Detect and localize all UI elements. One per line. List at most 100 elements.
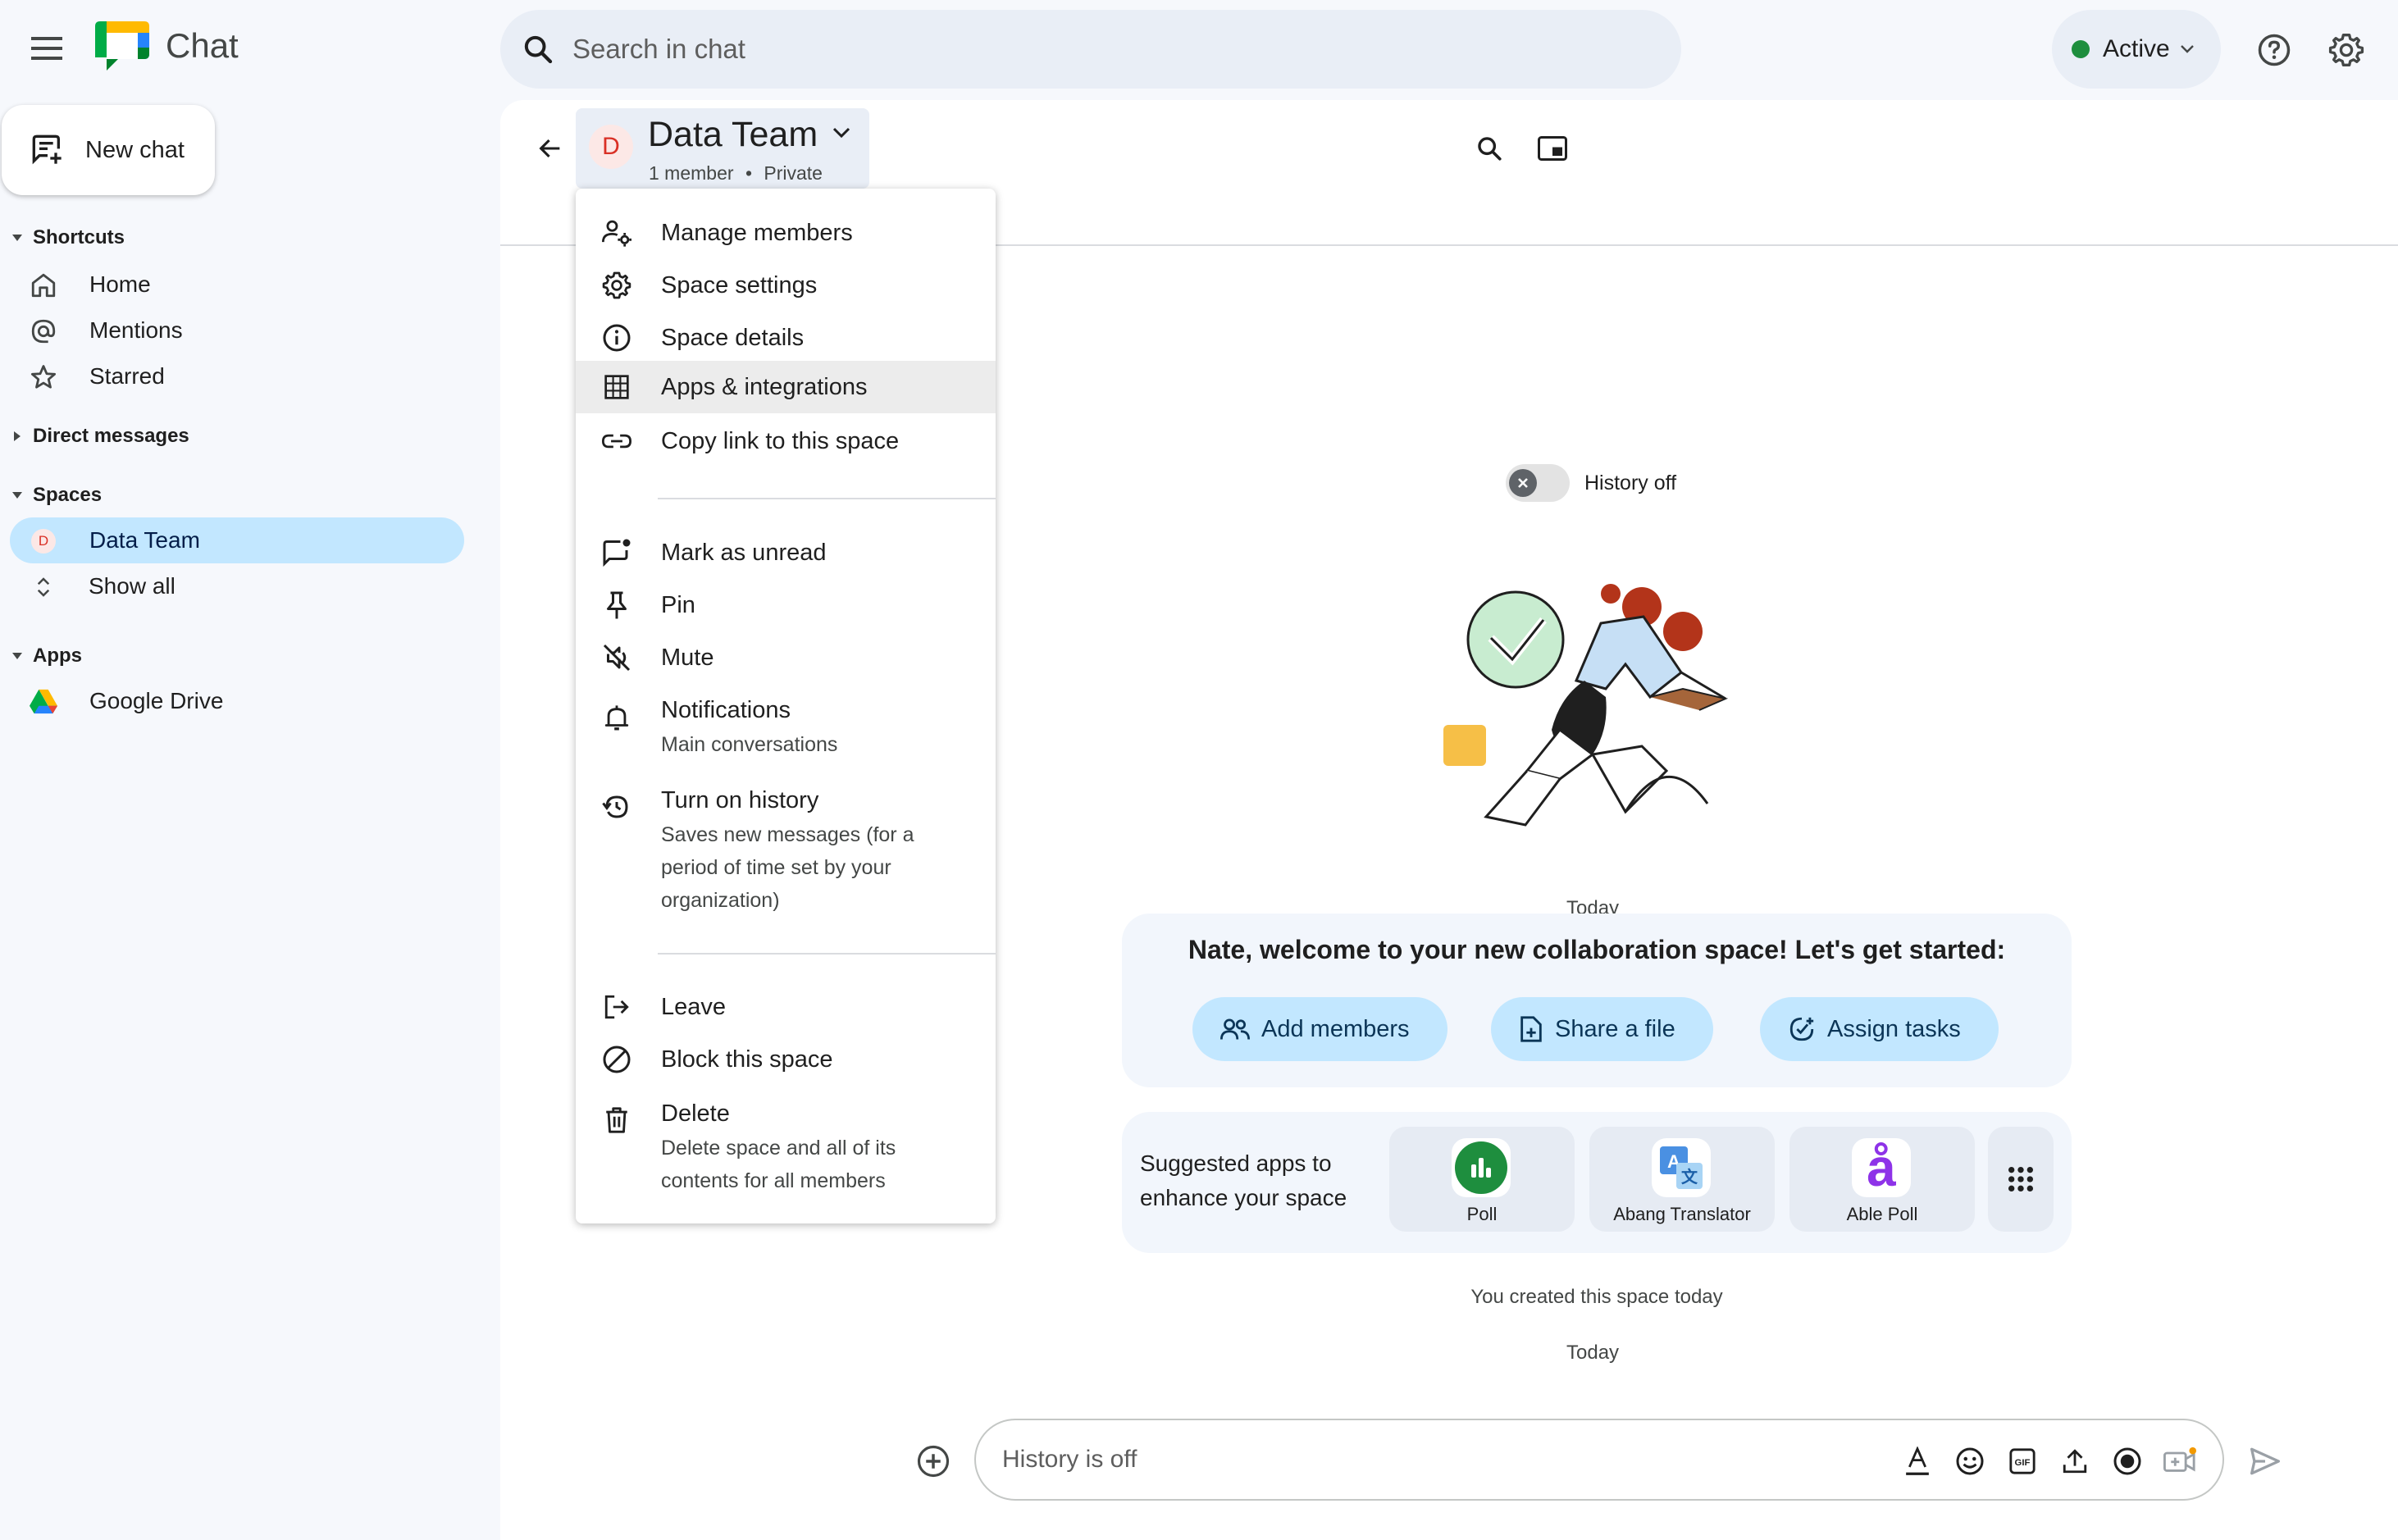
app-tile-able-poll[interactable]: å Able Poll <box>1789 1127 1975 1232</box>
menu-item-label: Delete <box>661 1100 730 1127</box>
menu-item-sublabel: Delete space and all of its contents for… <box>661 1137 896 1192</box>
able-poll-icon: å <box>1867 1138 1896 1197</box>
add-members-button[interactable]: Add members <box>1192 997 1447 1061</box>
menu-item-label: Apps & integrations <box>661 374 868 400</box>
send-button[interactable] <box>2244 1440 2286 1483</box>
apps-grid-icon <box>2008 1166 2034 1192</box>
arrow-left-icon <box>539 139 560 158</box>
emoji-button[interactable] <box>1954 1445 1986 1478</box>
sidebar-item-label: Starred <box>89 363 165 389</box>
menu-item-space-details[interactable]: Space details <box>576 312 996 364</box>
app-tile-poll[interactable]: Poll <box>1389 1127 1575 1232</box>
caret-down-icon <box>12 235 22 241</box>
record-button[interactable] <box>2111 1445 2144 1478</box>
sidebar-item-data-team[interactable]: D Data Team <box>10 517 464 563</box>
status-dropdown[interactable]: Active <box>2052 10 2221 89</box>
mute-icon <box>603 644 631 672</box>
app-name: Chat <box>166 26 239 65</box>
home-icon <box>31 273 56 298</box>
more-apps-button[interactable] <box>1988 1127 2054 1232</box>
menu-item-pin[interactable]: Pin <box>576 579 996 631</box>
text-format-icon <box>1906 1447 1929 1475</box>
direct-messages-section-toggle[interactable]: Direct messages <box>11 425 189 448</box>
menu-item-space-settings[interactable]: Space settings <box>576 259 996 312</box>
pin-icon <box>607 591 627 619</box>
upload-button[interactable] <box>2058 1445 2091 1478</box>
menu-item-copy-link[interactable]: Copy link to this space <box>576 415 996 467</box>
sidebar-item-home[interactable]: Home <box>10 262 464 308</box>
chat-logo[interactable] <box>95 21 149 74</box>
direct-messages-title: Direct messages <box>33 425 189 447</box>
menu-item-leave[interactable]: Leave <box>576 981 996 1033</box>
menu-item-turn-on-history[interactable]: Turn on history Saves new messages (for … <box>576 772 996 928</box>
add-attachment-button[interactable] <box>910 1438 956 1484</box>
share-file-button[interactable]: Share a file <box>1491 997 1713 1061</box>
open-in-window-button[interactable] <box>1525 121 1580 175</box>
caret-down-icon <box>12 492 22 499</box>
apps-title: Apps <box>33 645 82 667</box>
assign-tasks-label: Assign tasks <box>1827 1015 1961 1042</box>
spaces-title: Spaces <box>33 484 103 506</box>
spaces-section-toggle[interactable]: Spaces <box>11 484 102 507</box>
app-label: Able Poll <box>1846 1204 1918 1224</box>
sidebar-item-mentions[interactable]: Mentions <box>10 308 464 353</box>
sidebar-item-show-all[interactable]: Show all <box>10 563 464 609</box>
assign-tasks-button[interactable]: Assign tasks <box>1760 997 1999 1061</box>
shortcuts-section-toggle[interactable]: Shortcuts <box>11 226 125 249</box>
app-label: Poll <box>1466 1204 1498 1224</box>
bell-icon <box>604 705 629 731</box>
history-toggle[interactable]: History off <box>1506 464 1676 502</box>
toggle-switch[interactable] <box>1506 464 1570 502</box>
caret-right-icon <box>14 431 21 441</box>
search-bar[interactable] <box>500 10 1681 89</box>
menu-item-delete[interactable]: Delete Delete space and all of its conte… <box>576 1086 996 1209</box>
app-tile-abang-translator[interactable]: A文 Abang Translator <box>1589 1127 1775 1232</box>
help-button[interactable] <box>2247 23 2301 77</box>
menu-item-mute[interactable]: Mute <box>576 631 996 684</box>
mark-unread-icon <box>603 539 631 567</box>
picture-in-picture-icon <box>1538 136 1567 161</box>
menu-item-label: Copy link to this space <box>661 428 900 454</box>
video-meeting-button[interactable] <box>2163 1445 2196 1478</box>
history-label: History off <box>1584 471 1677 494</box>
search-input[interactable] <box>572 34 1639 65</box>
space-avatar: D <box>31 529 56 554</box>
format-text-button[interactable] <box>1901 1445 1934 1478</box>
info-icon <box>603 324 631 352</box>
menu-item-label: Block this space <box>661 1046 833 1073</box>
menu-item-apps-integrations[interactable]: Apps & integrations <box>576 361 996 413</box>
gif-button[interactable]: GIF <box>2006 1445 2039 1478</box>
apps-grid-icon <box>604 375 629 399</box>
trash-icon <box>606 1107 627 1133</box>
sidebar-item-google-drive[interactable]: Google Drive <box>10 678 464 724</box>
menu-item-block[interactable]: Block this space <box>576 1033 996 1086</box>
menu-item-label: Space details <box>661 325 805 351</box>
search-in-space-button[interactable] <box>1462 121 1516 175</box>
space-title-menu-button[interactable]: D Data Team 1 member • Private <box>576 108 869 189</box>
settings-button[interactable] <box>2319 23 2373 77</box>
meta-separator: • <box>745 162 752 184</box>
record-icon <box>2113 1447 2141 1475</box>
gear-icon <box>602 271 631 299</box>
welcome-message: Nate, welcome to your new collaboration … <box>1188 935 2006 964</box>
chevron-down-icon <box>2180 45 2194 53</box>
sidebar-item-starred[interactable]: Starred <box>10 353 464 399</box>
new-chat-button[interactable]: New chat <box>2 105 215 195</box>
menu-item-mark-unread[interactable]: Mark as unread <box>576 526 996 579</box>
main-menu-button[interactable] <box>20 18 74 79</box>
caret-down-icon <box>12 653 22 659</box>
space-privacy: Private <box>764 162 823 184</box>
file-icon <box>1520 1016 1542 1042</box>
menu-item-label: Manage members <box>661 220 853 246</box>
link-icon <box>602 434 631 449</box>
apps-section-toggle[interactable]: Apps <box>11 645 82 667</box>
sidebar-item-label: Home <box>89 271 151 297</box>
upload-icon <box>2063 1449 2087 1474</box>
menu-item-manage-members[interactable]: Manage members <box>576 207 996 259</box>
message-input[interactable] <box>1002 1446 1822 1474</box>
menu-item-notifications[interactable]: Notifications Main conversations <box>576 684 996 772</box>
svg-text:GIF: GIF <box>2015 1458 2031 1468</box>
back-button[interactable] <box>523 121 577 175</box>
translator-icon: A文 <box>1660 1146 1703 1189</box>
at-sign-icon <box>31 319 56 344</box>
